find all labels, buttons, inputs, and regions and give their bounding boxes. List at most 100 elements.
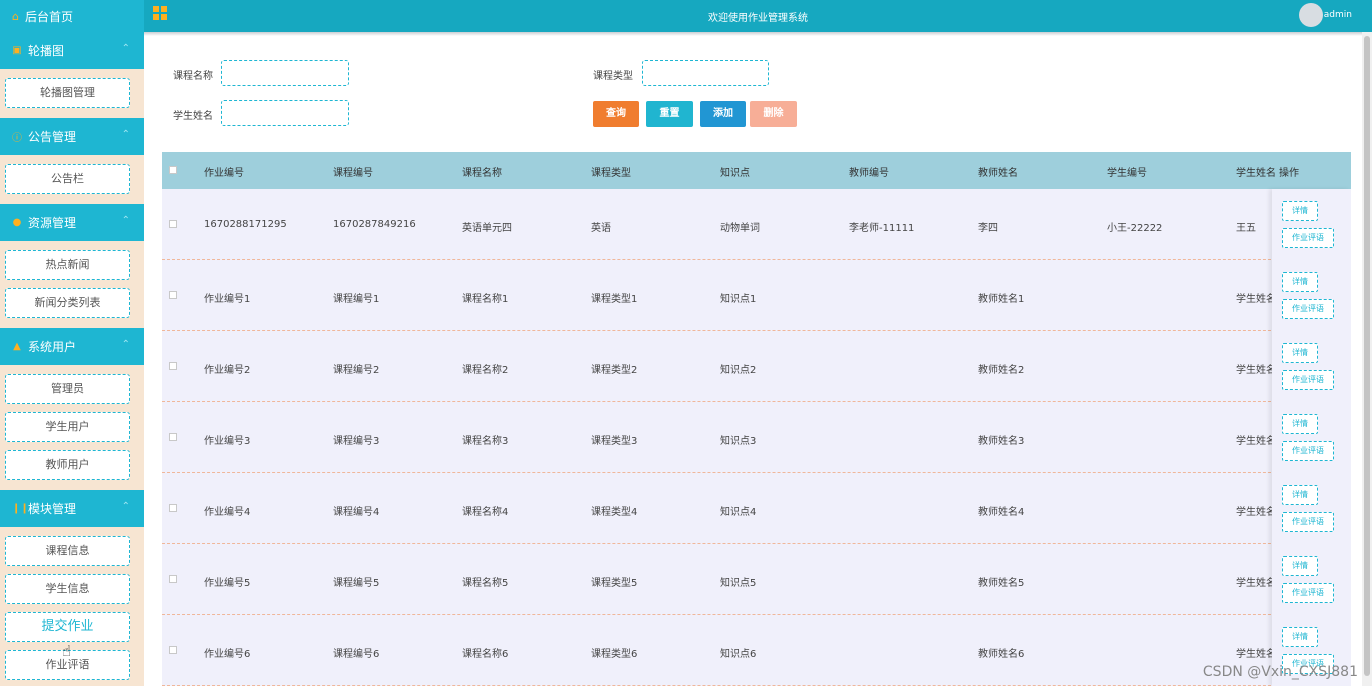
header-title: 欢迎使用作业管理系统 bbox=[708, 13, 808, 24]
homework-review-button[interactable]: 作业评语 bbox=[1282, 512, 1334, 532]
avatar[interactable] bbox=[1299, 3, 1323, 27]
section-title: 轮播图 bbox=[28, 44, 65, 58]
col-header: 课程类型 bbox=[591, 168, 631, 179]
sidebar-item-submit-homework[interactable]: 提交作业 bbox=[5, 612, 130, 642]
sidebar-item-carousel-manage[interactable]: 轮播图管理 bbox=[5, 78, 130, 108]
table-cell: 课程名称2 bbox=[462, 365, 509, 376]
table-cell: 作业编号4 bbox=[204, 507, 251, 518]
row-checkbox[interactable] bbox=[169, 291, 177, 299]
row-checkbox[interactable] bbox=[169, 504, 177, 512]
table-cell: 课程编号1 bbox=[333, 294, 380, 305]
sidebar-item-notice-board[interactable]: 公告栏 bbox=[5, 164, 130, 194]
table-cell: 课程类型1 bbox=[591, 294, 638, 305]
table-cell: 教师姓名4 bbox=[978, 507, 1025, 518]
row-checkbox[interactable] bbox=[169, 575, 177, 583]
table-cell: 学生姓名 bbox=[1236, 365, 1276, 376]
table-cell: 小王-22222 bbox=[1107, 223, 1163, 234]
sidebar-item-teacher-users[interactable]: 教师用户 bbox=[5, 450, 130, 480]
table-cell: 作业编号1 bbox=[204, 294, 251, 305]
course-name-label: 课程名称 bbox=[173, 71, 213, 82]
scrollbar[interactable] bbox=[1362, 32, 1372, 686]
sidebar-item-news-category[interactable]: 新闻分类列表 bbox=[5, 288, 130, 318]
student-name-input[interactable] bbox=[221, 100, 349, 126]
course-type-label: 课程类型 bbox=[593, 71, 633, 82]
scrollbar-thumb[interactable] bbox=[1364, 36, 1370, 676]
table-cell: 教师姓名1 bbox=[978, 294, 1025, 305]
add-button[interactable]: 添加 bbox=[700, 101, 746, 127]
reset-button[interactable]: 重置 bbox=[646, 101, 693, 127]
col-header: 课程编号 bbox=[333, 168, 373, 179]
row-checkbox[interactable] bbox=[169, 220, 177, 228]
col-header: 教师姓名 bbox=[978, 168, 1018, 179]
table-cell: 教师姓名3 bbox=[978, 436, 1025, 447]
columns-icon: ❙❙ bbox=[12, 503, 29, 514]
sidebar-section-users[interactable]: ▲ 系统用户 ⌃ bbox=[0, 328, 144, 365]
homework-review-button[interactable]: 作业评语 bbox=[1282, 583, 1334, 603]
sidebar-section-modules[interactable]: ❙❙ 模块管理 ⌃ bbox=[0, 490, 144, 527]
table-row: 作业编号2 课程编号2 课程名称2 课程类型2 知识点2 教师姓名2 学生姓名 bbox=[162, 331, 1351, 402]
sidebar-item-course-info[interactable]: 课程信息 bbox=[5, 536, 130, 566]
chevron-up-icon: ⌃ bbox=[121, 129, 130, 140]
table-row: 作业编号5 课程编号5 课程名称5 课程类型5 知识点5 教师姓名5 学生姓名 bbox=[162, 544, 1351, 615]
sidebar-item-student-users[interactable]: 学生用户 bbox=[5, 412, 130, 442]
sidebar-section-notice[interactable]: ⓘ 公告管理 ⌃ bbox=[0, 118, 144, 155]
table-cell: 动物单词 bbox=[720, 223, 760, 234]
table-cell: 作业编号3 bbox=[204, 436, 251, 447]
delete-button[interactable]: 删除 bbox=[750, 101, 797, 127]
row-checkbox[interactable] bbox=[169, 646, 177, 654]
username[interactable]: admin bbox=[1324, 10, 1352, 20]
table-cell: 学生姓名 bbox=[1236, 578, 1276, 589]
sidebar-home[interactable]: ⌂ 后台首页 bbox=[0, 0, 144, 32]
sidebar: ⌂ 后台首页 ▣ 轮播图 ⌃ 轮播图管理 ⓘ 公告管理 ⌃ 公告栏 ● 资源管理… bbox=[0, 0, 144, 686]
query-button[interactable]: 查询 bbox=[593, 101, 639, 127]
course-name-input[interactable] bbox=[221, 60, 349, 86]
table-cell: 作业编号5 bbox=[204, 578, 251, 589]
table-cell: 课程名称4 bbox=[462, 507, 509, 518]
chevron-up-icon: ⌃ bbox=[121, 339, 130, 350]
chevron-up-icon: ⌃ bbox=[121, 215, 130, 226]
table-cell: 课程类型3 bbox=[591, 436, 638, 447]
user-icon: ▲ bbox=[13, 341, 21, 352]
homework-review-button[interactable]: 作业评语 bbox=[1282, 228, 1334, 248]
sidebar-item-student-info[interactable]: 学生信息 bbox=[5, 574, 130, 604]
row-checkbox[interactable] bbox=[169, 433, 177, 441]
table-cell: 课程编号2 bbox=[333, 365, 380, 376]
detail-button[interactable]: 详情 bbox=[1282, 201, 1318, 221]
col-header: 知识点 bbox=[720, 168, 750, 179]
table-cell: 知识点1 bbox=[720, 294, 757, 305]
table-cell: 教师姓名2 bbox=[978, 365, 1025, 376]
homework-table: 作业编号 课程编号 课程名称 课程类型 知识点 教师编号 教师姓名 学生编号 学… bbox=[162, 152, 1351, 686]
homework-review-button[interactable]: 作业评语 bbox=[1282, 299, 1334, 319]
table-row: 1670288171295 1670287849216 英语单元四 英语 动物单词 李老师… bbox=[162, 189, 1351, 260]
table-cell: 知识点3 bbox=[720, 436, 757, 447]
row-checkbox[interactable] bbox=[169, 362, 177, 370]
detail-button[interactable]: 详情 bbox=[1282, 414, 1318, 434]
detail-button[interactable]: 详情 bbox=[1282, 627, 1318, 647]
home-icon: ⌂ bbox=[12, 9, 19, 23]
table-cell: 课程编号3 bbox=[333, 436, 380, 447]
sidebar-item-admin[interactable]: 管理员 bbox=[5, 374, 130, 404]
table-cell: 英语单元四 bbox=[462, 223, 512, 234]
homework-review-button[interactable]: 作业评语 bbox=[1282, 370, 1334, 390]
table-cell: 知识点2 bbox=[720, 365, 757, 376]
detail-button[interactable]: 详情 bbox=[1282, 272, 1318, 292]
table-cell: 学生姓名 bbox=[1236, 507, 1276, 518]
table-cell: 课程类型2 bbox=[591, 365, 638, 376]
select-all-checkbox[interactable] bbox=[169, 166, 177, 174]
homework-review-button[interactable]: 作业评语 bbox=[1282, 441, 1334, 461]
sidebar-section-resources[interactable]: ● 资源管理 ⌃ bbox=[0, 204, 144, 241]
detail-button[interactable]: 详情 bbox=[1282, 556, 1318, 576]
sidebar-item-hot-news[interactable]: 热点新闻 bbox=[5, 250, 130, 280]
chevron-up-icon: ⌃ bbox=[121, 43, 130, 54]
table-row: 作业编号6 课程编号6 课程名称6 课程类型6 知识点6 教师姓名6 学生姓名 bbox=[162, 615, 1351, 686]
table-cell: 学生姓名 bbox=[1236, 436, 1276, 447]
info-icon: ⓘ bbox=[12, 133, 22, 144]
course-type-input[interactable] bbox=[642, 60, 769, 86]
detail-button[interactable]: 详情 bbox=[1282, 343, 1318, 363]
table-cell: 李四 bbox=[978, 223, 998, 234]
table-cell: 课程类型5 bbox=[591, 578, 638, 589]
detail-button[interactable]: 详情 bbox=[1282, 485, 1318, 505]
section-title: 公告管理 bbox=[28, 130, 77, 144]
location-pin-icon: ● bbox=[12, 217, 22, 228]
sidebar-section-carousel[interactable]: ▣ 轮播图 ⌃ bbox=[0, 32, 144, 69]
